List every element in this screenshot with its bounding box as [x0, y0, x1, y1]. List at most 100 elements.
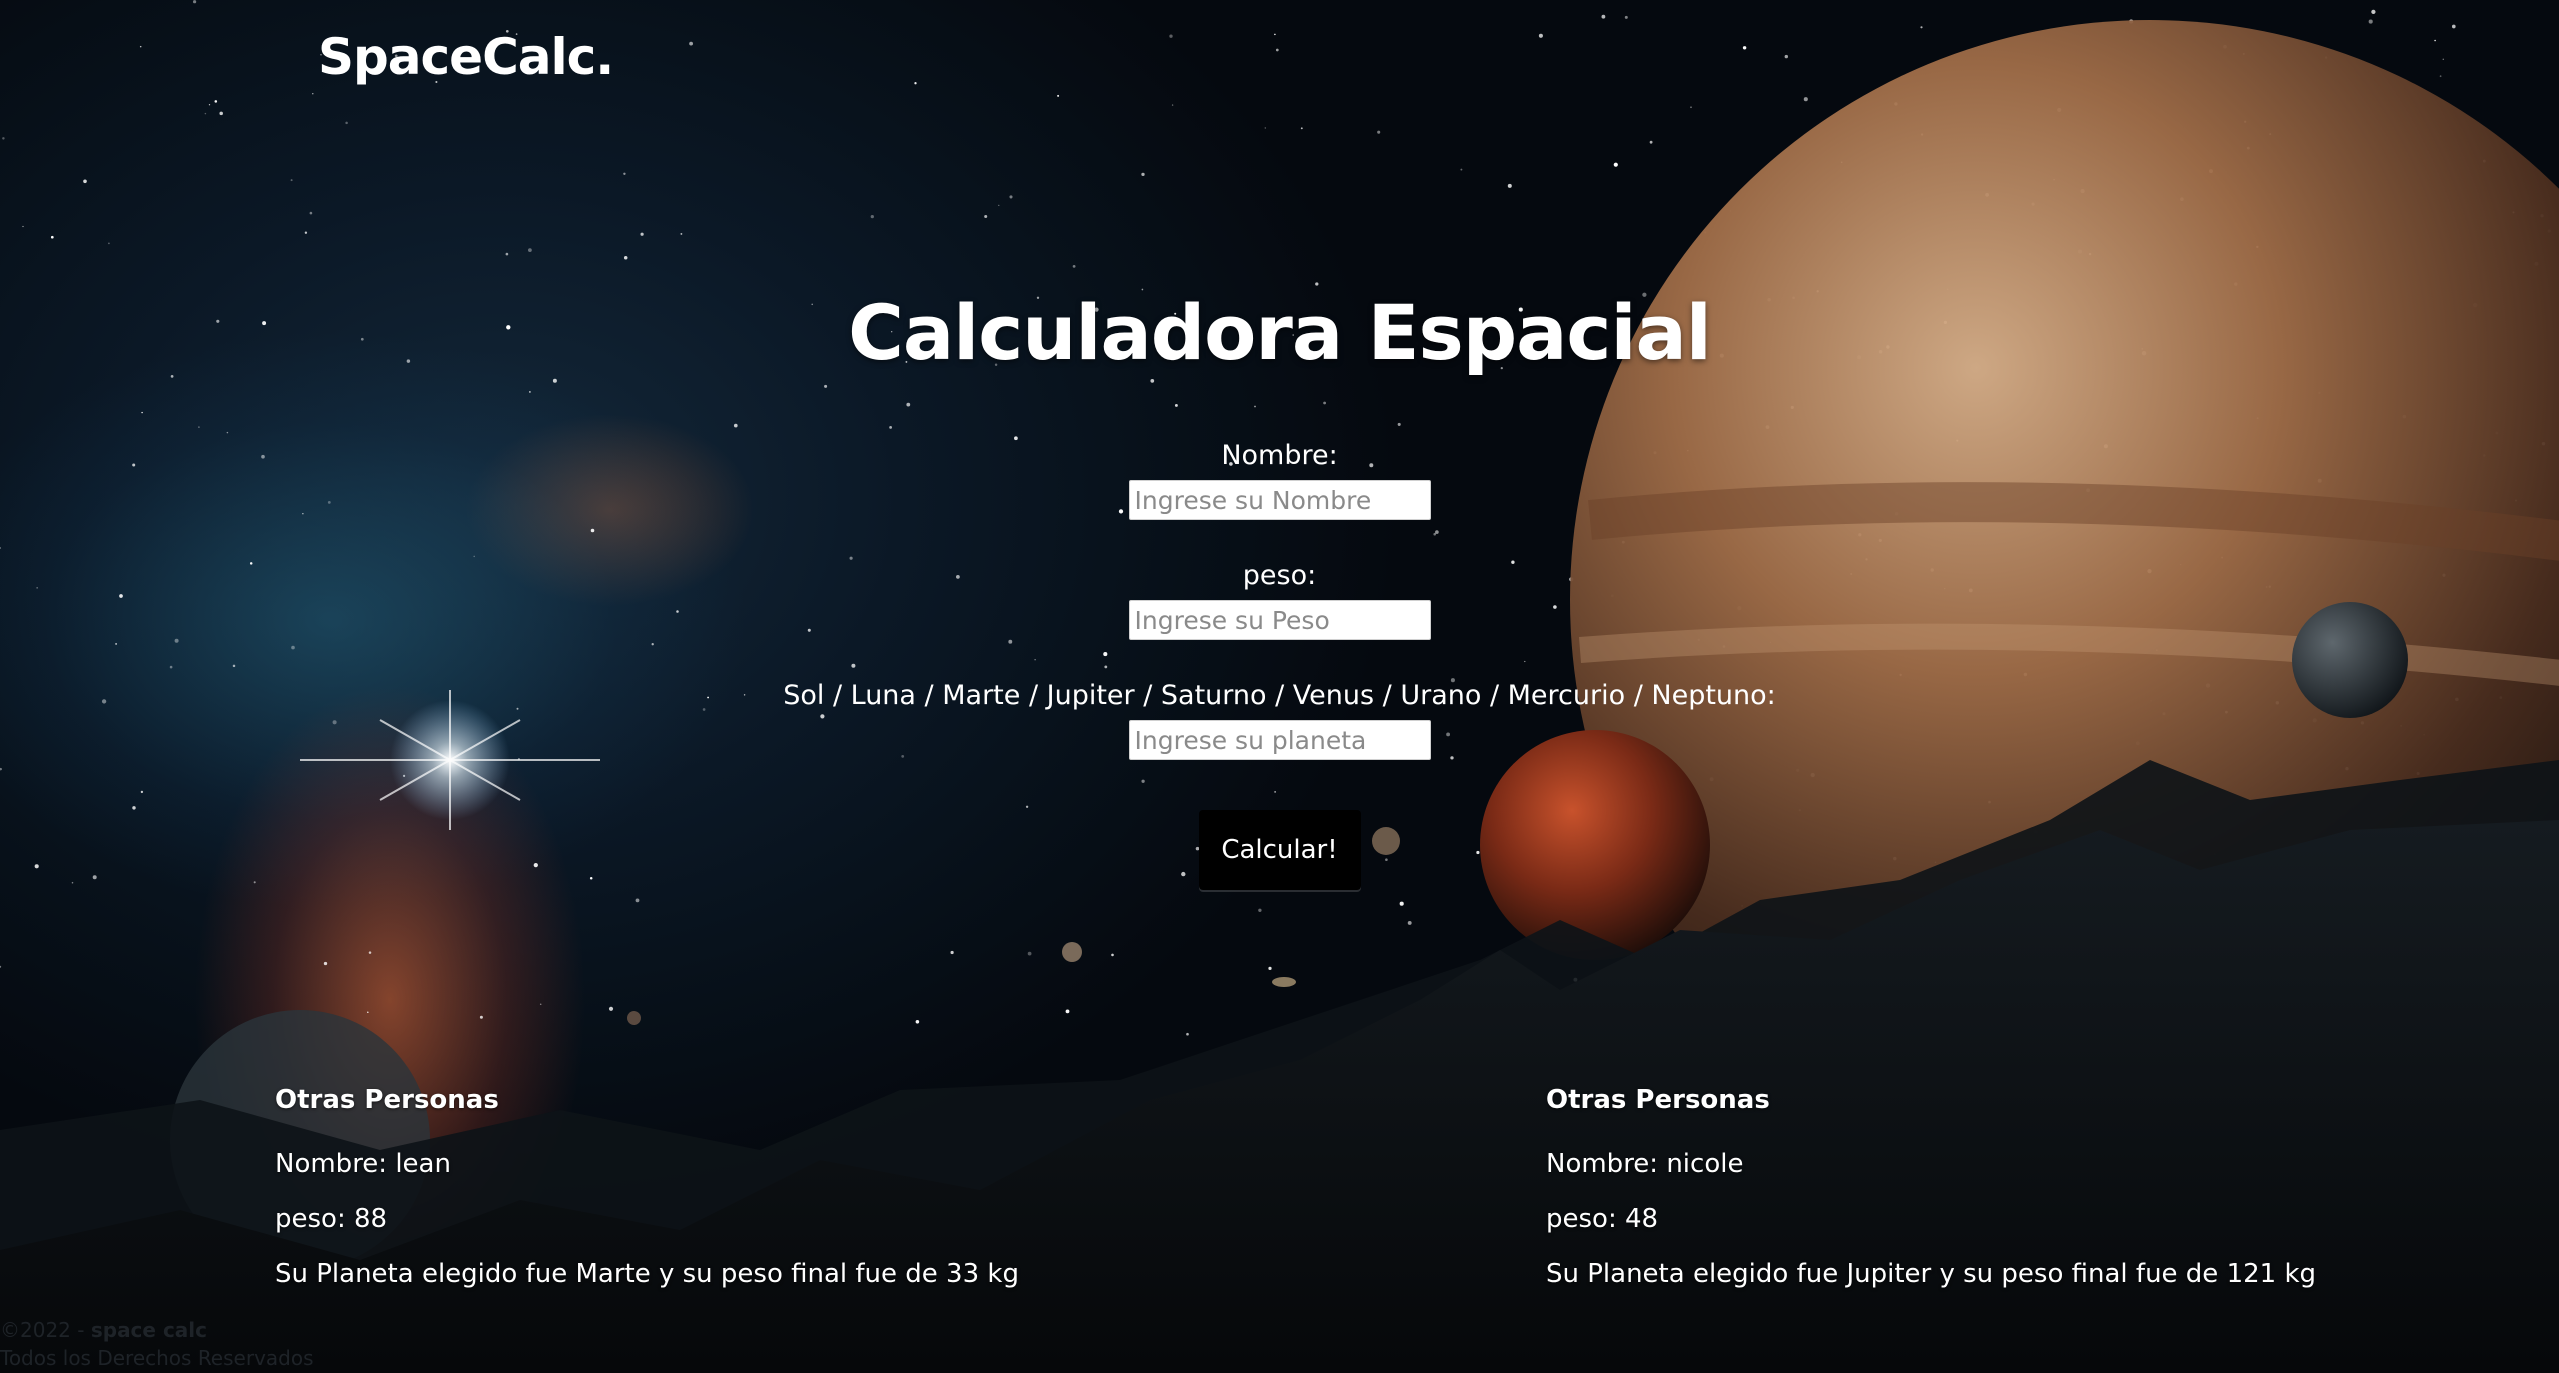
weight-input[interactable] [1128, 600, 1431, 640]
star [368, 951, 372, 954]
star [1399, 901, 1404, 906]
weight-label: peso: [1242, 560, 1317, 591]
star [1174, 403, 1178, 407]
star [22, 225, 24, 228]
star [304, 231, 308, 234]
star [1649, 140, 1653, 144]
star [323, 961, 328, 966]
star [539, 1003, 542, 1006]
star [2368, 19, 2373, 24]
star [1920, 26, 1923, 29]
person-card-title: Otras Personas [275, 1085, 499, 1115]
small-planet [1272, 977, 1296, 987]
star [309, 211, 313, 215]
star [208, 104, 211, 106]
star [623, 255, 628, 260]
person-result: Su Planeta elegido fue Marte y su peso f… [275, 1259, 1019, 1289]
calculate-button[interactable]: Calcular! [1198, 810, 1361, 890]
star [1254, 405, 1256, 408]
star [1264, 127, 1267, 129]
star [528, 248, 532, 252]
star [1057, 94, 1060, 97]
planet-input[interactable] [1128, 720, 1431, 760]
star [623, 172, 626, 175]
space-calculator-form: Nombre: peso: Sol / Luna / Marte / Jupit… [0, 438, 2559, 890]
star [950, 950, 954, 955]
star [1460, 168, 1463, 171]
star [367, 1011, 369, 1013]
star [1141, 172, 1145, 177]
star [1407, 920, 1412, 925]
star [50, 235, 54, 239]
star [345, 121, 348, 125]
star [193, 0, 197, 4]
star [198, 426, 200, 428]
star [1601, 14, 1606, 19]
star [689, 41, 694, 46]
footer-rights: Todos los Derechos Reservados [0, 1346, 314, 1370]
star [1258, 908, 1262, 912]
star [226, 431, 229, 434]
star [1009, 195, 1013, 199]
star [1111, 953, 1114, 957]
star [870, 214, 874, 219]
star [906, 402, 911, 407]
star [1274, 33, 1276, 36]
star [505, 252, 509, 256]
name-input[interactable] [1128, 480, 1431, 520]
star [635, 898, 640, 903]
star [733, 423, 738, 428]
star [1150, 379, 1155, 383]
star [2434, 39, 2436, 42]
star [1507, 183, 1512, 188]
star [1624, 15, 1628, 19]
person-result: Su Planeta elegido fue Jupiter y su peso… [1546, 1259, 2317, 1289]
star [312, 93, 314, 95]
star [290, 179, 293, 182]
star [2371, 9, 2376, 15]
star [914, 82, 917, 85]
brand-logo[interactable]: SpaceCalc. [318, 28, 614, 86]
person-name: Nombre: nicole [1546, 1149, 1744, 1179]
star [1377, 130, 1381, 134]
small-planet [1062, 942, 1082, 962]
footer-copyright-prefix: ©2022 - [0, 1318, 91, 1342]
star [2442, 58, 2445, 61]
star [1275, 48, 1279, 52]
person-name: Nombre: lean [275, 1149, 451, 1179]
small-planet [627, 1011, 641, 1025]
person-card-title: Otras Personas [1546, 1085, 1770, 1115]
star [915, 1020, 920, 1024]
star [1186, 1032, 1189, 1036]
star [640, 232, 644, 236]
star [1169, 34, 1173, 38]
star [214, 100, 218, 103]
star [1323, 401, 1326, 405]
star [83, 179, 87, 184]
star [1397, 422, 1401, 426]
star [2, 137, 5, 140]
star [1742, 46, 1747, 50]
star [1803, 97, 1808, 102]
star [141, 411, 143, 414]
planet-label: Sol / Luna / Marte / Jupiter / Saturno /… [783, 680, 1776, 711]
star [889, 426, 892, 429]
person-weight: peso: 88 [275, 1204, 388, 1234]
person-card: Otras Personas Nombre: lean peso: 88 Su … [275, 1082, 1019, 1309]
star [1538, 33, 1543, 38]
star [529, 391, 531, 393]
star [0, 965, 2, 968]
star [1300, 127, 1303, 130]
star [204, 112, 207, 115]
star [608, 1006, 614, 1011]
star [139, 45, 142, 48]
star [984, 214, 988, 219]
star [1613, 162, 1618, 167]
star [479, 1015, 483, 1019]
person-weight: peso: 48 [1546, 1204, 1659, 1234]
name-label: Nombre: [1221, 440, 1338, 471]
star [824, 384, 828, 388]
star [2439, 75, 2442, 78]
footer-copyright: ©2022 - space calc [0, 1316, 314, 1344]
person-card: Otras Personas Nombre: nicole peso: 48 S… [1546, 1082, 2316, 1309]
